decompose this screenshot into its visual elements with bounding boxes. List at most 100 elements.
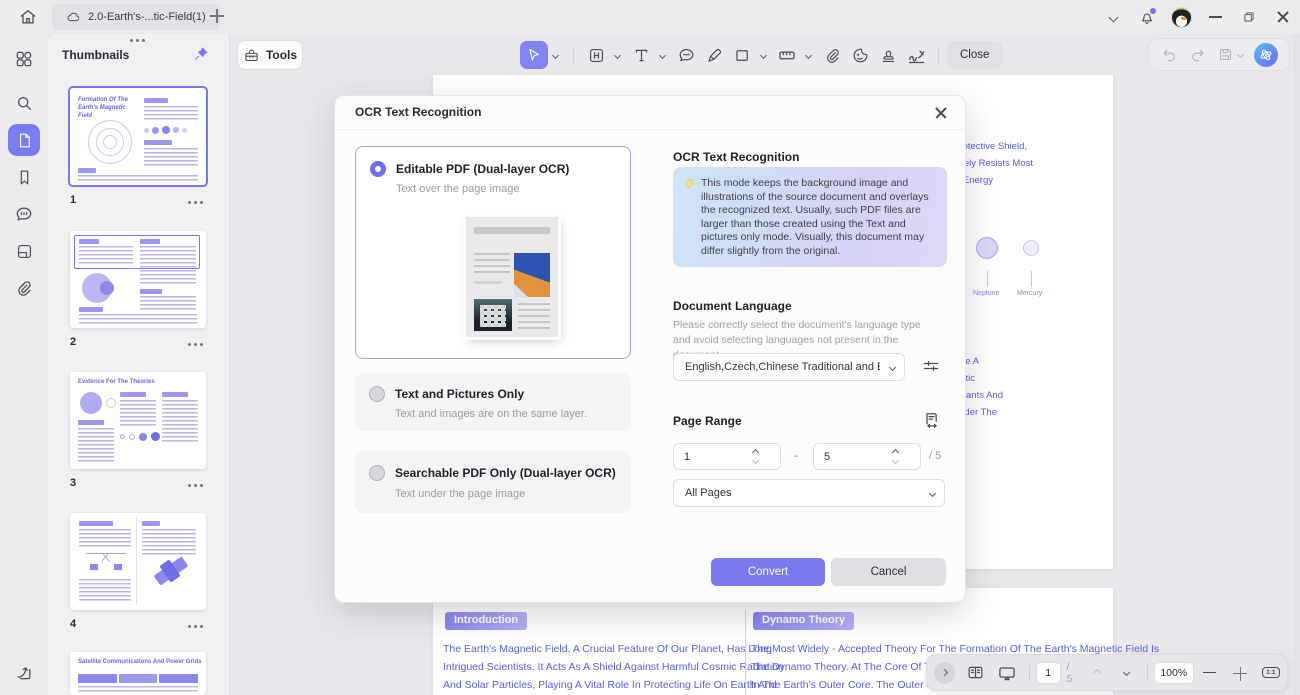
- titlebar-chevron-button[interactable]: [1096, 0, 1130, 34]
- account-button[interactable]: [1164, 0, 1198, 34]
- close-icon: [934, 106, 948, 120]
- page-mode-select[interactable]: All Pages: [673, 479, 945, 507]
- thumbnail-2-menu[interactable]: [188, 343, 191, 346]
- stepper-up-icon[interactable]: [751, 449, 758, 456]
- radio-unselected-icon[interactable]: [369, 386, 385, 402]
- text-tool-button[interactable]: [627, 41, 655, 69]
- save-button[interactable]: [1217, 46, 1243, 63]
- cancel-button[interactable]: Cancel: [831, 558, 946, 586]
- previous-page-button[interactable]: [1084, 670, 1113, 675]
- page-number: 1: [1045, 667, 1051, 679]
- minimize-button[interactable]: [1198, 0, 1232, 34]
- toolbar-divider: [938, 46, 939, 64]
- stepper-down-icon[interactable]: [891, 457, 898, 464]
- info-box: This mode keeps the background image and…: [673, 167, 947, 267]
- ai-assistant-button[interactable]: [1254, 43, 1278, 67]
- range-to-input[interactable]: [814, 451, 884, 463]
- heading-tool-button[interactable]: [582, 41, 610, 69]
- thumbnail-page-4[interactable]: [70, 513, 206, 610]
- signature-tool-button[interactable]: [902, 41, 930, 69]
- new-tab-button[interactable]: [210, 9, 226, 25]
- page-range-picker-button[interactable]: [922, 410, 942, 435]
- scrollbar[interactable]: [1293, 34, 1300, 695]
- shape-tool-button[interactable]: [728, 41, 756, 69]
- sidebar-item-bookmarks[interactable]: [8, 161, 40, 193]
- book-view-icon: [966, 663, 985, 682]
- close-tools-button[interactable]: Close: [947, 41, 1002, 69]
- sidebar-item-search[interactable]: [8, 87, 40, 119]
- sidebar-item-thumbnails[interactable]: [8, 124, 40, 156]
- pin-icon: [193, 46, 209, 62]
- stepper-up-icon[interactable]: [891, 449, 898, 456]
- presentation-button[interactable]: [990, 663, 1022, 683]
- sidebar-item-apps[interactable]: [8, 43, 40, 75]
- select-tool-button[interactable]: [520, 41, 548, 69]
- heading-icon: [587, 46, 606, 65]
- tab-title: 2.0-Earth's-...tic-Field(1): [88, 11, 206, 23]
- home-button[interactable]: [10, 4, 46, 30]
- actual-size-button[interactable]: 1:1: [1255, 667, 1287, 678]
- zoom-level[interactable]: 100%: [1154, 662, 1194, 684]
- dialog-close-button[interactable]: [931, 103, 951, 123]
- maximize-button[interactable]: [1232, 0, 1266, 34]
- measure-tool-dropdown[interactable]: [801, 53, 815, 58]
- thumbnail-1-menu[interactable]: [188, 201, 191, 204]
- next-page-button[interactable]: [1112, 670, 1141, 675]
- option-searchable-pdf[interactable]: Searchable PDF Only (Dual-layer OCR) Tex…: [355, 451, 631, 513]
- thumbnail-page-3[interactable]: Evidence For The Theories: [70, 372, 206, 469]
- tools-button[interactable]: Tools: [237, 40, 303, 70]
- thumbnail-page-2[interactable]: [70, 231, 206, 328]
- thumbnail-4-menu[interactable]: [188, 625, 191, 628]
- thumbnail-page-5[interactable]: Satellite Communications And Power Grids: [70, 652, 206, 695]
- comment-tool-button[interactable]: [672, 41, 700, 69]
- language-select-chevron[interactable]: [880, 365, 904, 370]
- doc-text-line: And Solar Particles, Playing A Vital Rol…: [443, 679, 777, 691]
- convert-button[interactable]: Convert: [711, 558, 825, 586]
- sidebar-item-page-organize[interactable]: [8, 656, 40, 688]
- panel-drag-handle[interactable]: [130, 39, 133, 42]
- two-page-view-button[interactable]: [960, 663, 990, 682]
- page-number-input[interactable]: 1: [1036, 662, 1061, 684]
- doc-text-line: Intrigued Scientists. It Acts As A Shiel…: [443, 661, 784, 673]
- radio-unselected-icon[interactable]: [369, 465, 385, 481]
- info-body: This mode keeps the background image and…: [701, 177, 937, 259]
- undo-icon[interactable]: [1160, 46, 1178, 64]
- page-mode-chevron[interactable]: [920, 491, 944, 496]
- range-from-stepper[interactable]: [673, 443, 781, 470]
- thumbnail-page-1[interactable]: Formation Of The Earth's Magnetic Field: [70, 88, 206, 185]
- thumbnail-3-menu[interactable]: [188, 484, 191, 487]
- attachment-tool-button[interactable]: [818, 41, 846, 69]
- pin-button[interactable]: [193, 46, 209, 67]
- highlight-tool-button[interactable]: [700, 41, 728, 69]
- doc-text-line: The Earth's Magnetic Field, A Crucial Fe…: [443, 643, 772, 655]
- stamp-tool-button[interactable]: [874, 41, 902, 69]
- sidebar-item-attachments[interactable]: [8, 272, 40, 304]
- form-field-icon: [15, 242, 34, 261]
- chevron-down-icon: [888, 363, 895, 370]
- option-text-and-pictures[interactable]: Text and Pictures Only Text and images a…: [355, 373, 631, 431]
- language-select-value: English,Czech,Chinese Traditional and En…: [674, 361, 880, 373]
- expand-bar-button[interactable]: [934, 662, 955, 684]
- measure-tool-button[interactable]: [773, 41, 801, 69]
- range-to-stepper[interactable]: [813, 443, 921, 470]
- stepper-down-icon[interactable]: [751, 457, 758, 464]
- language-select[interactable]: English,Czech,Chinese Traditional and En…: [673, 353, 905, 381]
- redo-icon[interactable]: [1189, 46, 1207, 64]
- sidebar-item-fields[interactable]: [8, 235, 40, 267]
- radio-selected-icon[interactable]: [370, 161, 386, 177]
- sticker-tool-button[interactable]: [846, 41, 874, 69]
- zoom-out-button[interactable]: [1194, 672, 1224, 674]
- range-from-input[interactable]: [674, 451, 744, 463]
- shape-tool-dropdown[interactable]: [756, 53, 770, 58]
- select-tool-dropdown[interactable]: [548, 53, 562, 58]
- zoom-in-button[interactable]: [1224, 667, 1254, 679]
- heading-tool-dropdown[interactable]: [610, 53, 624, 58]
- planet-neptune: [976, 237, 998, 259]
- option-editable-pdf[interactable]: Editable PDF (Dual-layer OCR) Text over …: [355, 146, 631, 359]
- close-window-button[interactable]: [1266, 0, 1300, 34]
- language-settings-button[interactable]: [921, 356, 941, 381]
- notifications-button[interactable]: [1130, 0, 1164, 34]
- sidebar-item-comments[interactable]: [8, 198, 40, 230]
- text-tool-dropdown[interactable]: [655, 53, 669, 58]
- document-tab[interactable]: 2.0-Earth's-...tic-Field(1): [52, 4, 220, 30]
